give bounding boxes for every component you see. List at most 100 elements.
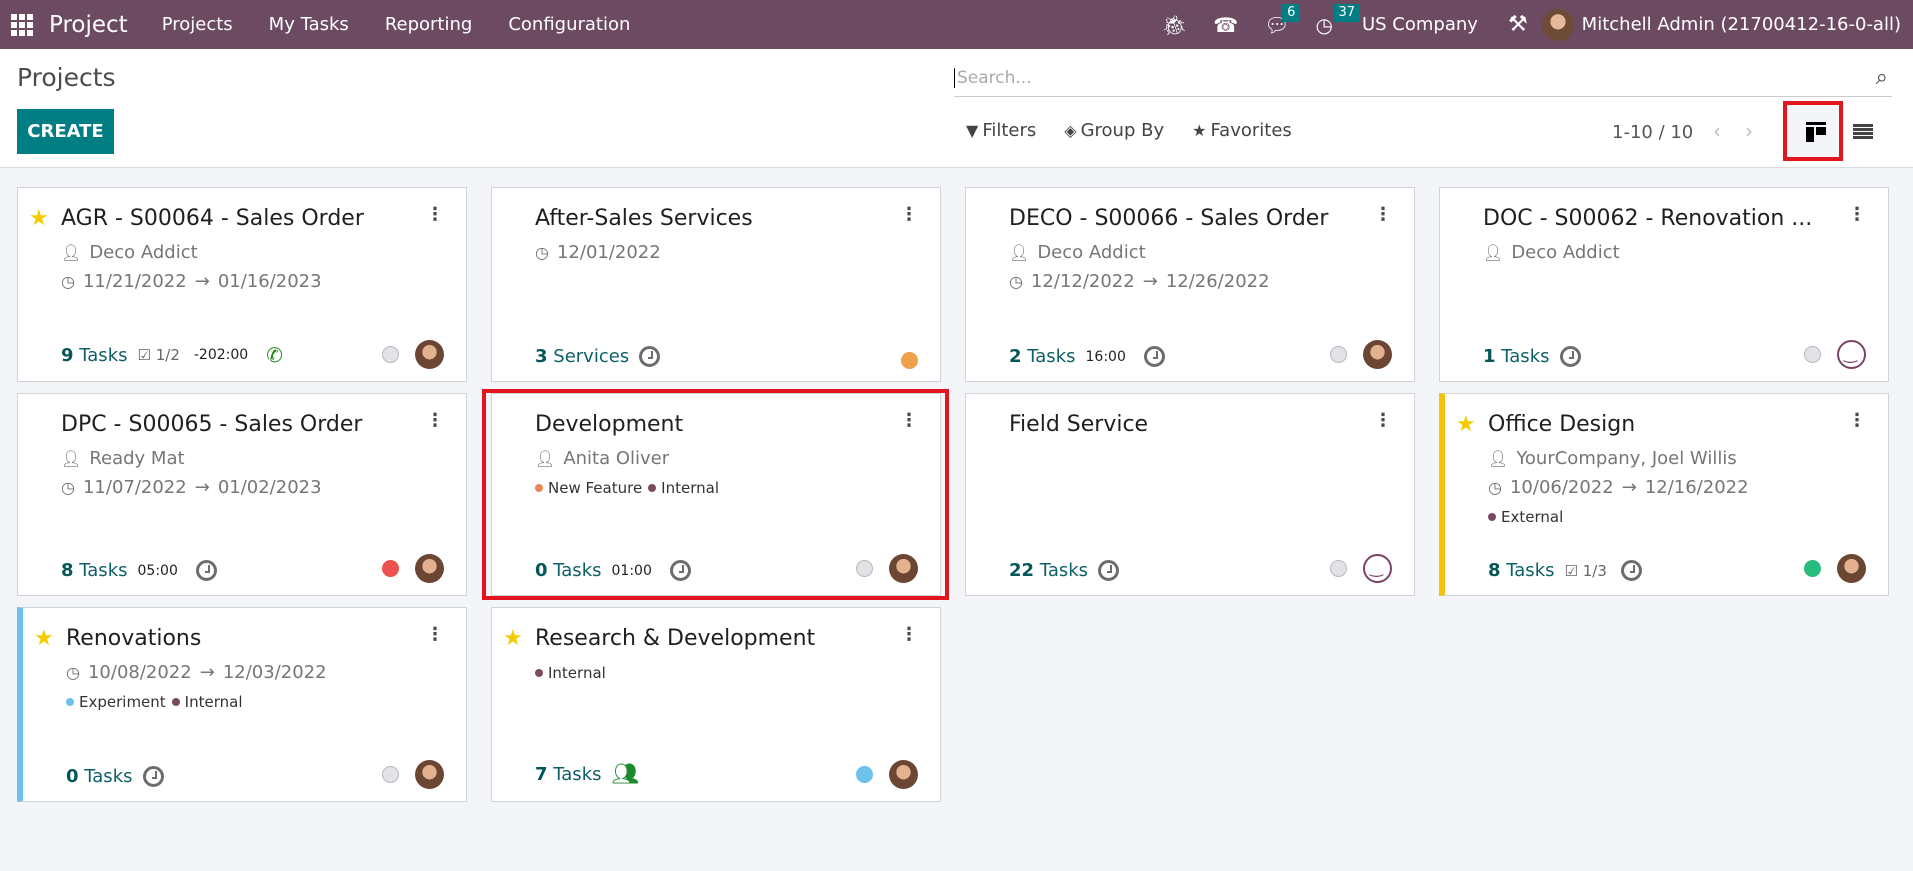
status-indicator[interactable] xyxy=(856,766,873,783)
tasks-link[interactable]: 0 Tasks xyxy=(535,560,602,581)
favorite-star-icon[interactable]: ★ xyxy=(1456,412,1476,437)
project-card[interactable]: DPC - S00065 - Sales Order ⋮ 👤︎ Ready Mat ◷ 1… xyxy=(17,393,467,596)
status-indicator[interactable] xyxy=(382,560,399,577)
task-count: 8 xyxy=(1488,560,1501,581)
kanban-view-button[interactable] xyxy=(1783,101,1843,161)
manager-avatar[interactable] xyxy=(415,554,444,583)
project-card[interactable]: ★ Renovations ⋮ ◷ 10/08/2022 → 12/03/2022 Exper… xyxy=(17,607,467,802)
customer-name: Anita Oliver xyxy=(563,448,670,469)
search-icon[interactable]: ⌕ xyxy=(1876,65,1888,90)
tasks-link[interactable]: 8 Tasks xyxy=(1488,560,1555,581)
bug-icon[interactable]: 🐞︎ xyxy=(1162,13,1187,37)
status-indicator[interactable] xyxy=(1330,346,1347,363)
card-menu-icon[interactable]: ⋮ xyxy=(1374,204,1392,225)
favorite-star-icon[interactable]: ★ xyxy=(34,626,54,651)
activity-clock-icon[interactable] xyxy=(1143,346,1165,367)
card-menu-icon[interactable]: ⋮ xyxy=(1848,410,1866,431)
card-menu-icon[interactable]: ⋮ xyxy=(900,410,918,431)
activity-clock-icon[interactable] xyxy=(1559,346,1581,367)
activity-phone-icon[interactable]: ✆ xyxy=(266,343,283,367)
status-indicator[interactable] xyxy=(1804,346,1821,363)
customer-line: 👤︎ Deco Addict xyxy=(1483,242,1620,263)
menu-projects[interactable]: Projects xyxy=(162,14,233,35)
menu-configuration[interactable]: Configuration xyxy=(508,14,630,35)
company-switcher[interactable]: US Company xyxy=(1362,14,1478,35)
pager-previous-icon[interactable]: ‹ xyxy=(1713,119,1721,143)
project-card[interactable]: ★ AGR - S00064 - Sales Order ⋮ 👤︎ Deco Addic… xyxy=(17,187,467,382)
pager-value[interactable]: 1-10 / 10 xyxy=(1612,122,1693,143)
status-indicator[interactable] xyxy=(382,766,399,783)
card-footer: 9 Tasks ☑ 1/2 -202:00 ✆ xyxy=(61,343,283,367)
tasks-link[interactable]: 0 Tasks xyxy=(66,766,133,787)
tasks-link[interactable]: 22 Tasks xyxy=(1009,560,1088,581)
remaining-hours: 05:00 xyxy=(137,562,178,579)
task-count-label: Tasks xyxy=(1501,346,1550,367)
chat-icon[interactable]: 💬︎ 6 xyxy=(1264,3,1301,37)
card-menu-icon[interactable]: ⋮ xyxy=(1374,410,1392,431)
card-menu-icon[interactable]: ⋮ xyxy=(426,624,444,645)
activity-clock-icon[interactable] xyxy=(142,766,164,787)
menu-reporting[interactable]: Reporting xyxy=(385,14,473,35)
create-button[interactable]: CREATE xyxy=(17,109,114,154)
phone-icon[interactable]: ☎ xyxy=(1213,13,1238,37)
favorites-button[interactable]: ★ Favorites xyxy=(1192,120,1292,141)
favorite-star-icon[interactable]: ★ xyxy=(503,626,523,651)
activity-clock-icon[interactable] xyxy=(669,560,691,581)
user-menu[interactable]: Mitchell Admin (21700412-16-0-all) xyxy=(1541,8,1901,41)
card-menu-icon[interactable]: ⋮ xyxy=(426,410,444,431)
tasks-link[interactable]: 2 Tasks xyxy=(1009,346,1076,367)
card-menu-icon[interactable]: ⋮ xyxy=(426,204,444,225)
manager-avatar[interactable] xyxy=(415,760,444,789)
list-view-button[interactable] xyxy=(1853,124,1873,140)
manager-avatar-placeholder[interactable] xyxy=(1363,554,1392,583)
project-card[interactable]: After-Sales Services ⋮ ◷ 12/01/2022 3 Servic… xyxy=(491,187,941,382)
tasks-link[interactable]: 3 Services xyxy=(535,346,629,367)
tag-list: Internal xyxy=(535,664,612,682)
project-card[interactable]: ★ Research & Development ⋮ Internal 7 Tasks 👥… xyxy=(491,607,941,802)
activity-clock-icon[interactable] xyxy=(1620,560,1642,581)
app-menu-icon[interactable] xyxy=(11,13,33,36)
tools-icon[interactable]: ⚒ xyxy=(1508,12,1528,37)
group-by-button[interactable]: ◈ Group By xyxy=(1064,120,1164,141)
status-indicator[interactable] xyxy=(382,346,399,363)
favorite-star-icon[interactable]: ★ xyxy=(29,206,49,231)
task-count-label: Tasks xyxy=(553,560,602,581)
activity-clock-icon[interactable] xyxy=(195,560,217,581)
project-card[interactable]: Development ⋮ 👤︎ Anita Oliver New Feature Int… xyxy=(491,393,941,596)
status-indicator[interactable] xyxy=(856,560,873,577)
project-card[interactable]: DECO - S00066 - Sales Order ⋮ 👤︎ Deco Addic… xyxy=(965,187,1415,382)
filters-button[interactable]: ▼ Filters xyxy=(966,120,1036,141)
tasks-link[interactable]: 7 Tasks xyxy=(535,764,602,785)
tag: Internal xyxy=(648,479,719,497)
clock-icon[interactable]: ◷ 37 xyxy=(1316,3,1361,37)
manager-avatar[interactable] xyxy=(1837,554,1866,583)
tag-list: Experiment Internal xyxy=(66,693,248,711)
tasks-link[interactable]: 1 Tasks xyxy=(1483,346,1550,367)
manager-avatar[interactable] xyxy=(889,554,918,583)
menu-my-tasks[interactable]: My Tasks xyxy=(269,14,349,35)
tag-label: Experiment xyxy=(79,693,166,711)
pager-next-icon[interactable]: › xyxy=(1745,119,1753,143)
status-indicator[interactable] xyxy=(1804,560,1821,577)
manager-avatar[interactable] xyxy=(889,760,918,789)
activity-users-icon[interactable]: 👥︎ xyxy=(612,762,640,787)
activity-clock-icon[interactable] xyxy=(639,346,661,367)
project-name: AGR - S00064 - Sales Order xyxy=(61,206,364,231)
project-card[interactable]: ★ Office Design ⋮ 👤︎ YourCompany, Joel Willi… xyxy=(1439,393,1889,596)
manager-avatar[interactable] xyxy=(415,340,444,369)
card-menu-icon[interactable]: ⋮ xyxy=(900,204,918,225)
card-menu-icon[interactable]: ⋮ xyxy=(900,624,918,645)
project-card[interactable]: DOC - S00062 - Renovation ... ⋮ 👤︎ Deco Add… xyxy=(1439,187,1889,382)
tasks-link[interactable]: 9 Tasks xyxy=(61,345,128,366)
app-name[interactable]: Project xyxy=(49,12,128,38)
project-card[interactable]: Field Service ⋮ 22 Tasks xyxy=(965,393,1415,596)
activity-clock-icon[interactable] xyxy=(1098,560,1120,581)
card-menu-icon[interactable]: ⋮ xyxy=(1848,204,1866,225)
user-icon: 👤︎ xyxy=(1009,243,1030,262)
status-indicator[interactable] xyxy=(1330,560,1347,577)
status-indicator[interactable] xyxy=(901,352,918,369)
manager-avatar[interactable] xyxy=(1363,340,1392,369)
search-input[interactable] xyxy=(954,67,1876,88)
manager-avatar-placeholder[interactable] xyxy=(1837,340,1866,369)
tasks-link[interactable]: 8 Tasks xyxy=(61,560,128,581)
